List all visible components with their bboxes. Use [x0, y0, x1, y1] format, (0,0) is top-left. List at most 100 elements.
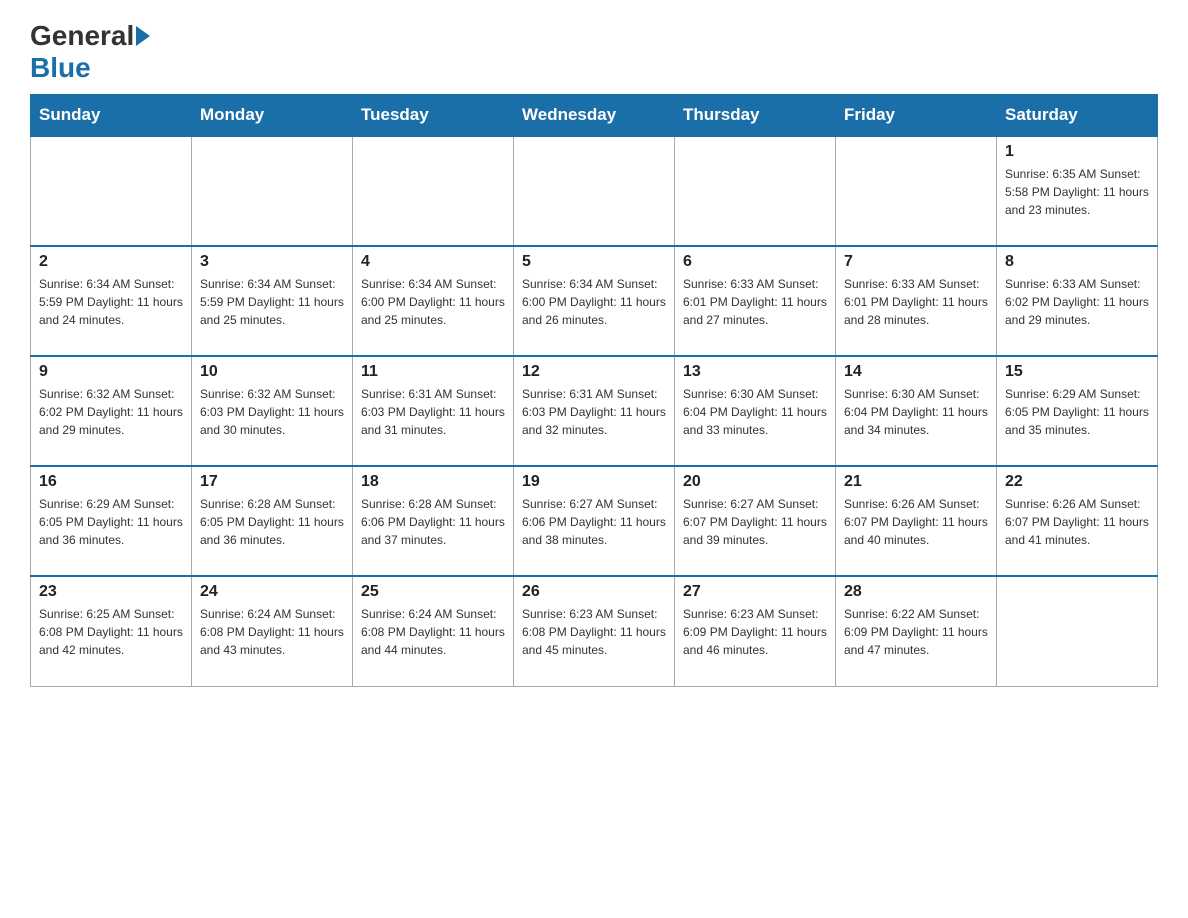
calendar-cell: 26 Sunrise: 6:23 AM Sunset: 6:08 PM Dayli…	[514, 576, 675, 686]
calendar-cell: 12 Sunrise: 6:31 AM Sunset: 6:03 PM Dayli…	[514, 356, 675, 466]
calendar-week-5: 23 Sunrise: 6:25 AM Sunset: 6:08 PM Dayli…	[31, 576, 1158, 686]
day-number: 23	[39, 583, 183, 601]
calendar-cell: 9Sunrise: 6:32 AM Sunset: 6:02 PM Daylig…	[31, 356, 192, 466]
day-info: Sunrise: 6:32 AM Sunset: 6:02 PM Dayligh…	[39, 385, 183, 439]
calendar-cell: 21 Sunrise: 6:26 AM Sunset: 6:07 PM Dayli…	[836, 466, 997, 576]
calendar-week-3: 9Sunrise: 6:32 AM Sunset: 6:02 PM Daylig…	[31, 356, 1158, 466]
day-number: 10	[200, 363, 344, 381]
logo-blue-text: Blue	[30, 52, 91, 83]
day-info: Sunrise: 6:24 AM Sunset: 6:08 PM Dayligh…	[361, 605, 505, 659]
calendar-cell: 1 Sunrise: 6:35 AM Sunset: 5:58 PM Daylig…	[997, 136, 1158, 246]
day-info: Sunrise: 6:22 AM Sunset: 6:09 PM Dayligh…	[844, 605, 988, 659]
day-info: Sunrise: 6:32 AM Sunset: 6:03 PM Dayligh…	[200, 385, 344, 439]
day-info: Sunrise: 6:29 AM Sunset: 6:05 PM Dayligh…	[39, 495, 183, 549]
day-header-saturday: Saturday	[997, 95, 1158, 137]
day-info: Sunrise: 6:26 AM Sunset: 6:07 PM Dayligh…	[1005, 495, 1149, 549]
calendar-cell: 13 Sunrise: 6:30 AM Sunset: 6:04 PM Dayli…	[675, 356, 836, 466]
day-info: Sunrise: 6:28 AM Sunset: 6:05 PM Dayligh…	[200, 495, 344, 549]
calendar-cell: 16 Sunrise: 6:29 AM Sunset: 6:05 PM Dayli…	[31, 466, 192, 576]
day-number: 24	[200, 583, 344, 601]
calendar-cell: 8 Sunrise: 6:33 AM Sunset: 6:02 PM Daylig…	[997, 246, 1158, 356]
day-number: 16	[39, 473, 183, 491]
calendar-cell: 7 Sunrise: 6:33 AM Sunset: 6:01 PM Daylig…	[836, 246, 997, 356]
day-info: Sunrise: 6:34 AM Sunset: 6:00 PM Dayligh…	[361, 275, 505, 329]
day-info: Sunrise: 6:33 AM Sunset: 6:02 PM Dayligh…	[1005, 275, 1149, 329]
day-header-friday: Friday	[836, 95, 997, 137]
day-info: Sunrise: 6:34 AM Sunset: 6:00 PM Dayligh…	[522, 275, 666, 329]
day-number: 6	[683, 253, 827, 271]
day-number: 15	[1005, 363, 1149, 381]
day-number: 17	[200, 473, 344, 491]
day-info: Sunrise: 6:33 AM Sunset: 6:01 PM Dayligh…	[683, 275, 827, 329]
day-info: Sunrise: 6:30 AM Sunset: 6:04 PM Dayligh…	[844, 385, 988, 439]
day-info: Sunrise: 6:25 AM Sunset: 6:08 PM Dayligh…	[39, 605, 183, 659]
calendar-cell: 23 Sunrise: 6:25 AM Sunset: 6:08 PM Dayli…	[31, 576, 192, 686]
day-number: 20	[683, 473, 827, 491]
day-header-sunday: Sunday	[31, 95, 192, 137]
calendar-body: 1 Sunrise: 6:35 AM Sunset: 5:58 PM Daylig…	[31, 136, 1158, 686]
logo: General Blue	[30, 20, 152, 84]
day-header-monday: Monday	[192, 95, 353, 137]
logo-arrow-icon	[136, 26, 150, 46]
day-number: 1	[1005, 143, 1149, 161]
calendar-cell: 10 Sunrise: 6:32 AM Sunset: 6:03 PM Dayli…	[192, 356, 353, 466]
day-info: Sunrise: 6:23 AM Sunset: 6:09 PM Dayligh…	[683, 605, 827, 659]
calendar-header: SundayMondayTuesdayWednesdayThursdayFrid…	[31, 95, 1158, 137]
day-info: Sunrise: 6:34 AM Sunset: 5:59 PM Dayligh…	[39, 275, 183, 329]
calendar-cell: 5 Sunrise: 6:34 AM Sunset: 6:00 PM Daylig…	[514, 246, 675, 356]
day-number: 4	[361, 253, 505, 271]
day-info: Sunrise: 6:33 AM Sunset: 6:01 PM Dayligh…	[844, 275, 988, 329]
calendar-cell	[353, 136, 514, 246]
calendar-cell: 18Sunrise: 6:28 AM Sunset: 6:06 PM Dayli…	[353, 466, 514, 576]
calendar-cell: 28 Sunrise: 6:22 AM Sunset: 6:09 PM Dayli…	[836, 576, 997, 686]
day-number: 13	[683, 363, 827, 381]
day-number: 28	[844, 583, 988, 601]
day-header-tuesday: Tuesday	[353, 95, 514, 137]
calendar-cell	[997, 576, 1158, 686]
day-info: Sunrise: 6:27 AM Sunset: 6:07 PM Dayligh…	[683, 495, 827, 549]
day-info: Sunrise: 6:23 AM Sunset: 6:08 PM Dayligh…	[522, 605, 666, 659]
day-number: 27	[683, 583, 827, 601]
day-header-wednesday: Wednesday	[514, 95, 675, 137]
days-of-week-row: SundayMondayTuesdayWednesdayThursdayFrid…	[31, 95, 1158, 137]
day-info: Sunrise: 6:24 AM Sunset: 6:08 PM Dayligh…	[200, 605, 344, 659]
day-number: 12	[522, 363, 666, 381]
calendar-cell: 14 Sunrise: 6:30 AM Sunset: 6:04 PM Dayli…	[836, 356, 997, 466]
calendar-cell	[192, 136, 353, 246]
day-number: 14	[844, 363, 988, 381]
calendar-cell: 24 Sunrise: 6:24 AM Sunset: 6:08 PM Dayli…	[192, 576, 353, 686]
calendar-cell: 15 Sunrise: 6:29 AM Sunset: 6:05 PM Dayli…	[997, 356, 1158, 466]
day-number: 2	[39, 253, 183, 271]
day-info: Sunrise: 6:27 AM Sunset: 6:06 PM Dayligh…	[522, 495, 666, 549]
calendar-cell	[31, 136, 192, 246]
calendar-cell	[836, 136, 997, 246]
day-header-thursday: Thursday	[675, 95, 836, 137]
day-number: 11	[361, 363, 505, 381]
calendar-cell: 2 Sunrise: 6:34 AM Sunset: 5:59 PM Daylig…	[31, 246, 192, 356]
calendar-table: SundayMondayTuesdayWednesdayThursdayFrid…	[30, 94, 1158, 687]
day-number: 7	[844, 253, 988, 271]
day-info: Sunrise: 6:31 AM Sunset: 6:03 PM Dayligh…	[522, 385, 666, 439]
day-info: Sunrise: 6:30 AM Sunset: 6:04 PM Dayligh…	[683, 385, 827, 439]
calendar-cell: 27 Sunrise: 6:23 AM Sunset: 6:09 PM Dayli…	[675, 576, 836, 686]
day-info: Sunrise: 6:34 AM Sunset: 5:59 PM Dayligh…	[200, 275, 344, 329]
calendar-cell: 11Sunrise: 6:31 AM Sunset: 6:03 PM Dayli…	[353, 356, 514, 466]
day-number: 5	[522, 253, 666, 271]
day-number: 8	[1005, 253, 1149, 271]
calendar-cell: 6 Sunrise: 6:33 AM Sunset: 6:01 PM Daylig…	[675, 246, 836, 356]
day-info: Sunrise: 6:35 AM Sunset: 5:58 PM Dayligh…	[1005, 165, 1149, 219]
calendar-week-4: 16 Sunrise: 6:29 AM Sunset: 6:05 PM Dayli…	[31, 466, 1158, 576]
calendar-week-2: 2 Sunrise: 6:34 AM Sunset: 5:59 PM Daylig…	[31, 246, 1158, 356]
calendar-cell: 3 Sunrise: 6:34 AM Sunset: 5:59 PM Daylig…	[192, 246, 353, 356]
day-number: 3	[200, 253, 344, 271]
calendar-cell: 19Sunrise: 6:27 AM Sunset: 6:06 PM Dayli…	[514, 466, 675, 576]
day-info: Sunrise: 6:26 AM Sunset: 6:07 PM Dayligh…	[844, 495, 988, 549]
calendar-week-1: 1 Sunrise: 6:35 AM Sunset: 5:58 PM Daylig…	[31, 136, 1158, 246]
calendar-cell: 22Sunrise: 6:26 AM Sunset: 6:07 PM Dayli…	[997, 466, 1158, 576]
logo-general-text: General	[30, 20, 134, 52]
calendar-cell: 17 Sunrise: 6:28 AM Sunset: 6:05 PM Dayli…	[192, 466, 353, 576]
calendar-cell	[514, 136, 675, 246]
day-info: Sunrise: 6:29 AM Sunset: 6:05 PM Dayligh…	[1005, 385, 1149, 439]
day-number: 21	[844, 473, 988, 491]
day-number: 26	[522, 583, 666, 601]
